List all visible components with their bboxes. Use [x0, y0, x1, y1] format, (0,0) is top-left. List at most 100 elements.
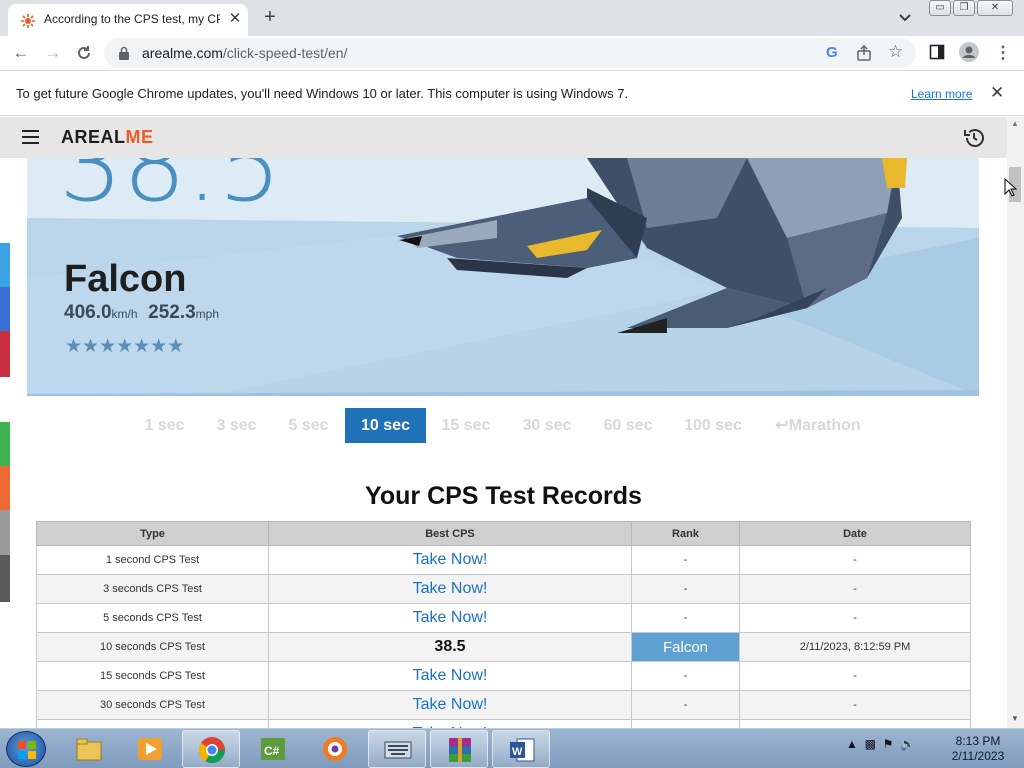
row-date: - — [739, 545, 971, 575]
bookmark-star-icon[interactable]: ☆ — [888, 42, 903, 62]
tab-strip: According to the CPS test, my CP ✕ + ▭ ❐… — [0, 0, 1024, 36]
arealme-favicon-icon — [21, 14, 35, 28]
mouse-cursor-icon — [1004, 178, 1018, 197]
hamburger-menu-icon[interactable] — [22, 130, 39, 144]
taskbar-clock[interactable]: 8:13 PM 2/11/2023 — [942, 734, 1014, 764]
chrome-menu-icon[interactable]: ⋮ — [992, 42, 1014, 64]
scroll-up-arrow-icon[interactable]: ▲ — [1011, 119, 1019, 128]
row-date: - — [739, 661, 971, 691]
rank-title: Falcon — [64, 258, 187, 300]
records-title: Your CPS Test Records — [365, 482, 642, 510]
records-table: Type Best CPS Rank Date 1 second CPS Tes… — [36, 521, 971, 749]
taskbar-word[interactable]: W — [492, 730, 550, 768]
winrar-icon — [449, 738, 471, 762]
tab-15-sec[interactable]: 15 sec — [434, 408, 498, 443]
tab-3-sec[interactable]: 3 sec — [208, 408, 265, 443]
tab-10-sec[interactable]: 10 sec — [345, 408, 426, 443]
rank-badge[interactable]: Falcon — [631, 632, 740, 662]
tab-search-chevron-icon[interactable] — [896, 8, 914, 26]
share-icon[interactable] — [856, 45, 872, 61]
browser-tab[interactable]: According to the CPS test, my CP ✕ — [8, 4, 248, 36]
row-type: 1 second CPS Test — [36, 545, 269, 575]
cps-score: 38.5 — [59, 158, 282, 224]
row-rank: - — [631, 574, 740, 604]
tab-1-sec[interactable]: 1 sec — [136, 408, 193, 443]
row-date: - — [739, 574, 971, 604]
row-type: 30 seconds CPS Test — [36, 690, 269, 720]
clock-time: 8:13 PM — [955, 734, 1001, 748]
marathon-arrow-icon: ↩ — [775, 417, 789, 434]
col-header-type: Type — [36, 521, 269, 546]
tab-5-sec[interactable]: 5 sec — [280, 408, 337, 443]
google-translate-icon[interactable]: G — [826, 44, 838, 61]
scroll-down-arrow-icon[interactable]: ▼ — [1011, 714, 1019, 723]
row-date: - — [739, 690, 971, 720]
row-date: - — [739, 603, 971, 633]
tray-expand-icon[interactable]: ▲ — [846, 737, 858, 751]
take-now-link[interactable]: Take Now! — [268, 603, 632, 633]
avast-icon — [323, 737, 347, 761]
tab-60-sec[interactable]: 60 sec — [596, 408, 660, 443]
network-icon[interactable]: ▩ — [865, 737, 876, 751]
new-tab-button[interactable]: + — [258, 6, 282, 30]
site-logo[interactable]: AREALME — [61, 127, 154, 148]
records-header-row: Type Best CPS Rank Date — [36, 521, 971, 546]
taskbar-media-player[interactable] — [121, 730, 179, 768]
window-restore-button[interactable]: ❐ — [953, 0, 975, 16]
share-twitter-button[interactable] — [0, 243, 10, 287]
url-host: arealme.com — [142, 45, 223, 61]
take-now-link[interactable]: Take Now! — [268, 661, 632, 691]
folder-icon — [76, 738, 102, 761]
row-type: 10 seconds CPS Test — [36, 632, 269, 662]
taskbar-keyboard-app[interactable] — [368, 730, 426, 768]
url-text: arealme.com/click-speed-test/en/ — [142, 45, 347, 61]
tab-marathon[interactable]: ↩Marathon — [768, 408, 868, 443]
row-rank: - — [631, 661, 740, 691]
share-facebook-button[interactable] — [0, 287, 10, 331]
col-header-rank: Rank — [631, 521, 740, 546]
take-now-link[interactable]: Take Now! — [268, 545, 632, 575]
history-icon[interactable] — [962, 126, 986, 150]
tab-close-icon[interactable]: ✕ — [226, 10, 244, 28]
side-panel-icon[interactable] — [929, 44, 945, 60]
share-more-button[interactable] — [0, 555, 10, 602]
start-button[interactable] — [6, 731, 46, 767]
row-rank: - — [631, 603, 740, 633]
take-now-link[interactable]: Take Now! — [268, 690, 632, 720]
window-minimize-button[interactable]: ▭ — [929, 0, 951, 16]
back-arrow-icon[interactable]: ← — [10, 42, 32, 64]
taskbar-chrome[interactable] — [182, 730, 240, 768]
share-whatsapp-button[interactable] — [0, 422, 10, 466]
word-icon: W — [510, 738, 535, 762]
forward-arrow-icon[interactable]: → — [42, 42, 64, 64]
result-hero-banner: 38.5 Falcon 406.0km/h 252.3mph ★★★★★★★ — [27, 158, 979, 396]
share-pinterest-button[interactable] — [0, 331, 10, 377]
taskbar-avast[interactable] — [306, 730, 364, 768]
page-scrollbar[interactable]: ▲ ▼ — [1007, 117, 1024, 728]
learn-more-link[interactable]: Learn more — [911, 87, 972, 101]
tab-100-sec[interactable]: 100 sec — [675, 408, 751, 443]
taskbar-winrar[interactable] — [430, 730, 488, 768]
row-type: 15 seconds CPS Test — [36, 661, 269, 691]
speed-readout: 406.0km/h 252.3mph — [64, 302, 219, 324]
taskbar-windows-explorer[interactable] — [60, 730, 118, 768]
info-bar-close-icon[interactable]: ✕ — [990, 83, 1004, 103]
share-email-button[interactable] — [0, 510, 10, 555]
rank-stars: ★★★★★★★ — [65, 336, 185, 357]
url-path: /click-speed-test/en/ — [222, 45, 348, 61]
take-now-link[interactable]: Take Now! — [268, 574, 632, 604]
window-close-button[interactable]: ✕ — [977, 0, 1013, 16]
reload-icon[interactable] — [75, 44, 93, 62]
action-center-flag-icon[interactable]: ⚑ — [883, 737, 894, 751]
tab-title: According to the CPS test, my CP — [44, 12, 220, 26]
row-date: 2/11/2023, 8:12:59 PM — [739, 632, 971, 662]
row-type: 3 seconds CPS Test — [36, 574, 269, 604]
profile-avatar-icon[interactable] — [959, 42, 979, 62]
svg-text:C#: C# — [264, 744, 280, 758]
volume-icon[interactable]: 🔈 — [900, 737, 915, 751]
windows-logo-icon — [18, 741, 36, 759]
taskbar-csharp-editor[interactable]: C# — [244, 730, 302, 768]
address-bar[interactable]: arealme.com/click-speed-test/en/ G ☆ — [104, 38, 916, 68]
tab-30-sec[interactable]: 30 sec — [514, 408, 580, 443]
chrome-icon — [198, 737, 226, 764]
